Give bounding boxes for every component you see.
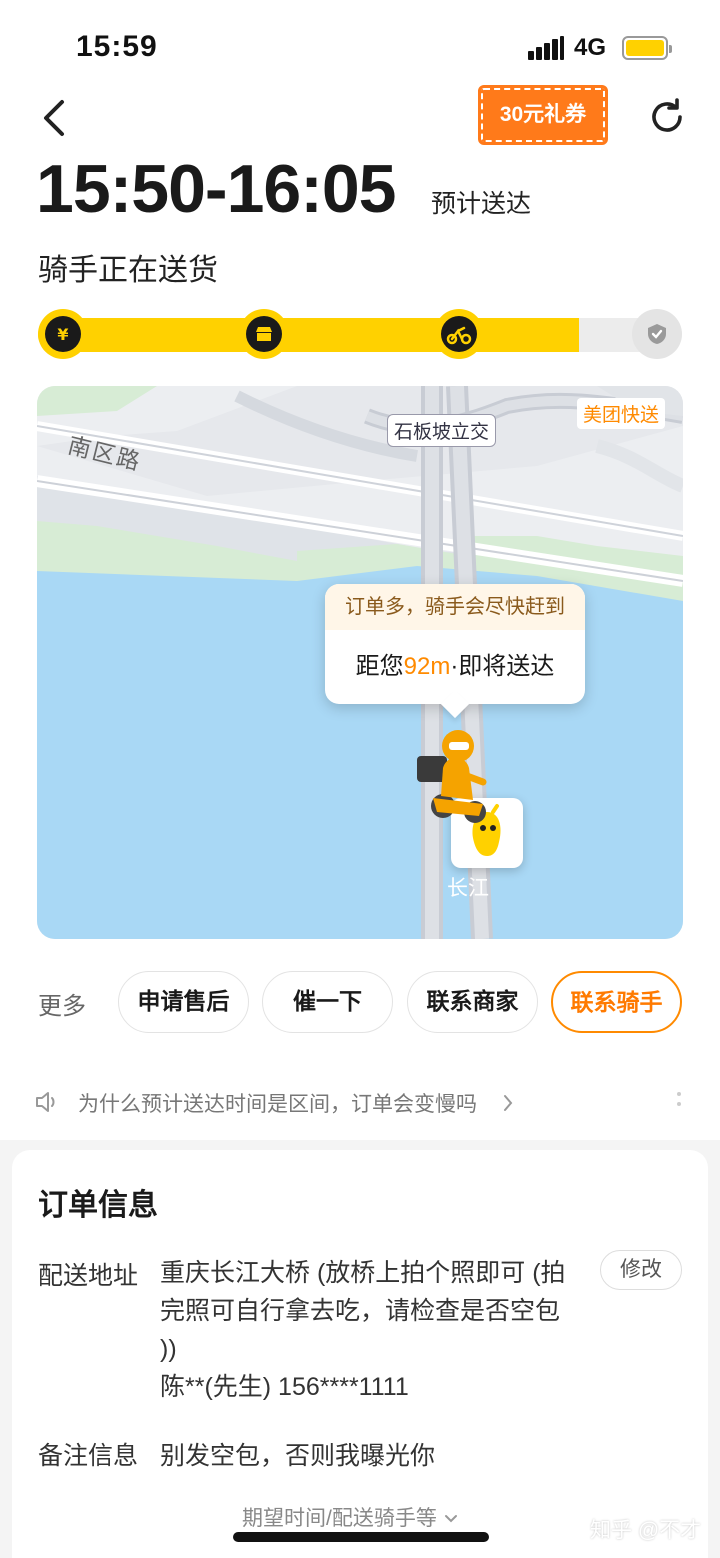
address-label: 配送地址 (38, 1262, 139, 1290)
step-paid: ¥ (38, 309, 88, 359)
expand-details-link[interactable]: 期望时间/配送骑手等 (242, 1502, 459, 1532)
expand-details-label: 期望时间/配送骑手等 (242, 1507, 437, 1530)
modify-address-button[interactable]: 修改 (600, 1250, 682, 1290)
step-rider (434, 309, 484, 359)
refresh-button[interactable] (646, 96, 688, 138)
delivery-map[interactable]: 南区路 石板坡立交 美团快送 长江 订单多，骑手会尽快赶到 距您92m·即将送达 (37, 386, 683, 939)
map-junction-label: 石板坡立交 (387, 414, 497, 447)
bubble-suffix: ·即将送达 (450, 653, 555, 680)
remark-label: 备注信息 (38, 1442, 139, 1470)
order-info-title: 订单信息 (38, 1189, 158, 1222)
contact-merchant-button[interactable]: 联系商家 (407, 971, 538, 1033)
address-value: 重庆长江大桥 (放桥上拍个照即可 (拍 完照可自行拿去吃，请检查是否空包 )) (160, 1254, 590, 1368)
bubble-distance: 92m (403, 653, 451, 680)
contact-rider-button[interactable]: 联系骑手 (551, 971, 682, 1033)
bubble-notice: 订单多，骑手会尽快赶到 (325, 584, 585, 630)
after-sales-button[interactable]: 申请售后 (118, 971, 249, 1033)
chevron-left-icon (44, 100, 64, 136)
map-river-label: 长江 (447, 877, 489, 900)
urge-button[interactable]: 催一下 (262, 971, 393, 1033)
rider-info-bubble: 订单多，骑手会尽快赶到 距您92m·即将送达 (325, 584, 585, 704)
back-button[interactable] (36, 96, 76, 140)
coupon-button[interactable]: 30元礼券 (478, 85, 608, 145)
refresh-icon (652, 98, 682, 132)
address-line: 重庆长江大桥 (放桥上拍个照即可 (拍 (160, 1259, 566, 1287)
step-done (632, 309, 682, 359)
speaker-icon (36, 1092, 55, 1112)
rider-icon (446, 326, 472, 345)
done-icon (648, 324, 666, 344)
signal-icon (528, 36, 564, 60)
map-brand-badge: 美团快送 (577, 398, 666, 429)
eta-label: 预计送达 (431, 190, 532, 218)
more-dots-icon (677, 1092, 681, 1106)
battery-icon (622, 36, 672, 60)
remark-value: 别发空包，否则我曝光你 (160, 1442, 436, 1470)
address-line: )) (160, 1335, 177, 1363)
store-icon (256, 327, 272, 341)
contact-info: 陈**(先生) 156****1111 (160, 1373, 409, 1401)
more-label: 更多 (38, 993, 86, 1020)
step-store (239, 309, 289, 359)
bubble-distance-line: 距您92m·即将送达 (325, 630, 585, 704)
progress-fill (38, 318, 579, 352)
network-type: 4G (574, 34, 607, 61)
home-indicator[interactable] (233, 1532, 489, 1542)
chevron-down-icon (444, 1515, 457, 1523)
eta-explanation-link[interactable]: 为什么预计送达时间是区间，订单会变慢吗 (0, 1060, 720, 1140)
address-line: 完照可自行拿去吃，请检查是否空包 (160, 1297, 561, 1325)
eta-explanation-text: 为什么预计送达时间是区间，订单会变慢吗 (78, 1093, 477, 1116)
watermark: 知乎 @不才 (590, 1519, 702, 1542)
paid-icon: ¥ (57, 325, 68, 344)
rider-avatar-icon (417, 730, 487, 823)
chevron-right-icon (504, 1095, 513, 1111)
eta-time-range: 15:50-16:05 (36, 151, 396, 227)
status-bar-time: 15:59 (76, 30, 158, 63)
bubble-prefix: 距您 (355, 653, 404, 680)
delivery-status: 骑手正在送货 (38, 254, 218, 287)
svg-text:¥: ¥ (57, 325, 68, 344)
